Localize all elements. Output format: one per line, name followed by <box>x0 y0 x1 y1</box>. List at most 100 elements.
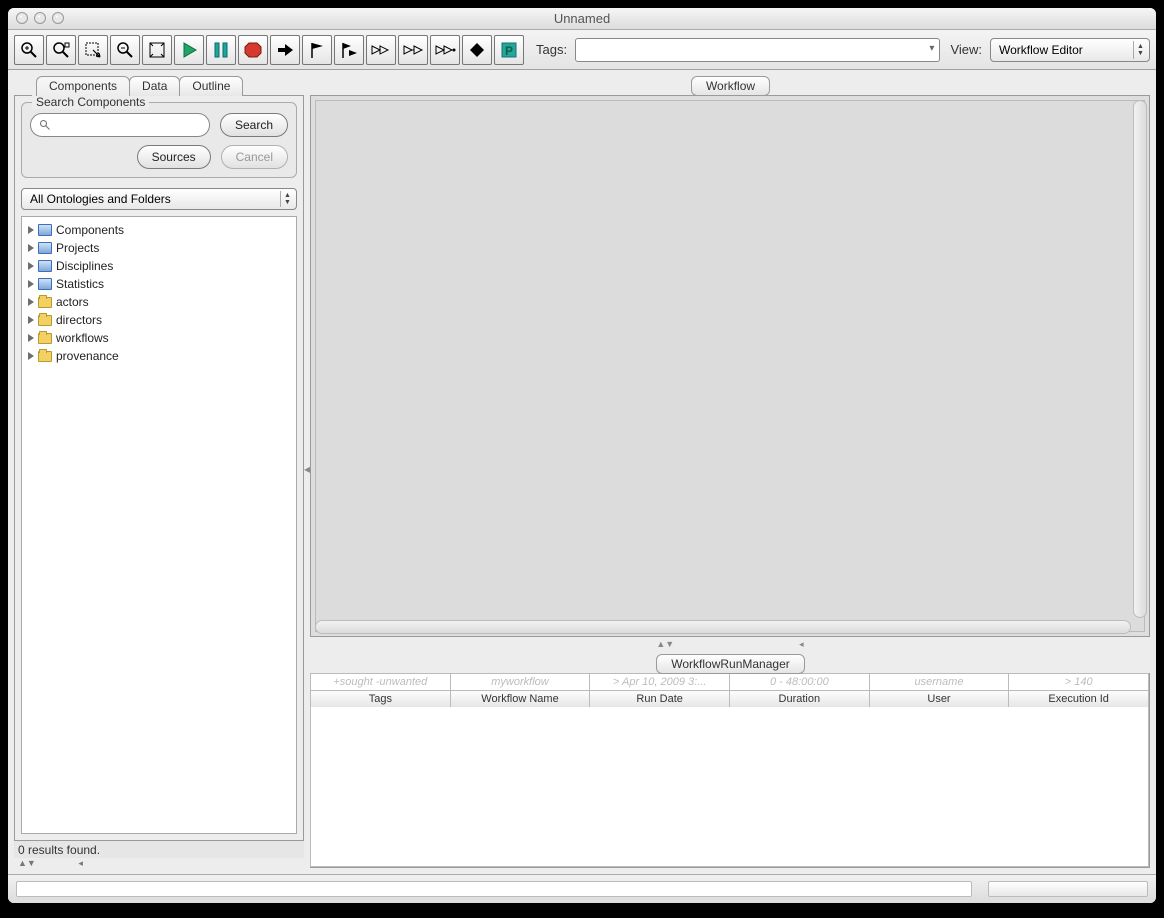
view-selector-value: Workflow Editor <box>999 43 1083 57</box>
run-column-header[interactable]: Duration <box>729 690 870 708</box>
window-zoom-button[interactable] <box>52 12 64 24</box>
folder-icon <box>38 297 52 308</box>
run-filter-input[interactable]: +sought -unwanted <box>310 673 451 691</box>
search-icon <box>39 119 51 131</box>
runmanager-tab[interactable]: WorkflowRunManager <box>656 654 805 674</box>
main-window: Unnamed <box>8 8 1156 903</box>
title-bar: Unnamed <box>8 8 1156 30</box>
toolbar: P Tags: View: Workflow Editor ▲▼ <box>8 30 1156 70</box>
left-panel: Components Data Outline Search Component… <box>14 74 304 868</box>
stop-button[interactable] <box>238 35 268 65</box>
tree-item-label: provenance <box>56 349 119 363</box>
tree-item[interactable]: workflows <box>24 329 294 347</box>
chevron-updown-icon: ▲▼ <box>280 191 294 207</box>
components-panel: Search Components Search Sources Cancel … <box>14 95 304 841</box>
step-into-button[interactable] <box>398 35 428 65</box>
zoom-selection-button[interactable] <box>46 35 76 65</box>
left-tabs: Components Data Outline <box>14 74 304 96</box>
workflow-tabs: Workflow <box>310 74 1150 96</box>
expand-icon[interactable] <box>28 226 34 234</box>
breakpoint-button[interactable] <box>302 35 332 65</box>
tree-item-label: Disciplines <box>56 259 113 273</box>
canvas-vertical-scrollbar[interactable] <box>1133 100 1147 618</box>
parameter-button[interactable]: P <box>494 35 524 65</box>
expand-icon[interactable] <box>28 262 34 270</box>
search-fieldset: Search Components Search Sources Cancel <box>21 102 297 178</box>
expand-icon[interactable] <box>28 352 34 360</box>
expand-icon[interactable] <box>28 280 34 288</box>
tree-item[interactable]: provenance <box>24 347 294 365</box>
folder-icon <box>38 333 52 344</box>
horizontal-splitter[interactable]: ▲▼ ◂ <box>310 637 1150 652</box>
window-close-button[interactable] <box>16 12 28 24</box>
run-button[interactable] <box>174 35 204 65</box>
run-to-breakpoint-button[interactable] <box>334 35 364 65</box>
tree-item[interactable]: Disciplines <box>24 257 294 275</box>
run-column-header[interactable]: Workflow Name <box>450 690 591 708</box>
view-label: View: <box>950 42 982 57</box>
main-area: Components Data Outline Search Component… <box>8 70 1156 875</box>
run-table-body <box>310 707 1149 867</box>
workflow-canvas[interactable] <box>315 100 1145 632</box>
panel-collapse-handle[interactable]: ▲▼ ◂ <box>14 858 304 868</box>
zoom-area-button[interactable] <box>78 35 108 65</box>
run-filter-input[interactable]: myworkflow <box>450 673 591 691</box>
folder-icon <box>38 351 52 362</box>
expand-icon[interactable] <box>28 316 34 324</box>
tags-label: Tags: <box>536 42 567 57</box>
component-icon <box>38 242 52 254</box>
ontology-selector[interactable]: All Ontologies and Folders ▲▼ <box>21 188 297 210</box>
search-input[interactable] <box>30 113 210 137</box>
run-table-filters: +sought -unwantedmyworkflow> Apr 10, 200… <box>311 674 1149 691</box>
canvas-horizontal-scrollbar[interactable] <box>315 620 1131 634</box>
tags-input[interactable] <box>575 38 940 62</box>
component-icon <box>38 260 52 272</box>
tree-item[interactable]: Components <box>24 221 294 239</box>
run-column-header[interactable]: User <box>869 690 1010 708</box>
zoom-fit-button[interactable] <box>142 35 172 65</box>
tree-item-label: Components <box>56 223 124 237</box>
tree-item[interactable]: Projects <box>24 239 294 257</box>
component-tree[interactable]: Components Projects Disciplines Statisticsa… <box>21 216 297 834</box>
tab-components[interactable]: Components <box>36 76 130 96</box>
run-column-header[interactable]: Execution Id <box>1008 690 1149 708</box>
pause-button[interactable] <box>206 35 236 65</box>
run-table-headers: TagsWorkflow NameRun DateDurationUserExe… <box>311 691 1149 708</box>
run-filter-input[interactable]: > Apr 10, 2009 3:... <box>589 673 730 691</box>
ontology-selector-value: All Ontologies and Folders <box>30 192 171 206</box>
workflow-tab[interactable]: Workflow <box>691 76 770 96</box>
chevron-updown-icon: ▲▼ <box>1133 41 1147 59</box>
sources-button[interactable]: Sources <box>137 145 211 169</box>
tree-item[interactable]: actors <box>24 293 294 311</box>
window-title: Unnamed <box>8 11 1156 26</box>
cancel-button: Cancel <box>221 145 288 169</box>
run-column-header[interactable]: Run Date <box>589 690 730 708</box>
expand-icon[interactable] <box>28 298 34 306</box>
window-minimize-button[interactable] <box>34 12 46 24</box>
tab-outline[interactable]: Outline <box>179 76 243 96</box>
search-button[interactable]: Search <box>220 113 288 137</box>
step-button[interactable] <box>270 35 300 65</box>
right-panel: Workflow ▲▼ ◂ WorkflowRunManager +sought… <box>310 74 1150 868</box>
zoom-out-button[interactable] <box>110 35 140 65</box>
expand-icon[interactable] <box>28 334 34 342</box>
run-filter-input[interactable]: username <box>869 673 1010 691</box>
step-over-button[interactable] <box>366 35 396 65</box>
zoom-in-button[interactable] <box>14 35 44 65</box>
runmanager-panel: +sought -unwantedmyworkflow> Apr 10, 200… <box>310 673 1150 868</box>
status-bar <box>8 875 1156 903</box>
folder-icon <box>38 315 52 326</box>
expand-icon[interactable] <box>28 244 34 252</box>
run-filter-input[interactable]: > 140 <box>1008 673 1149 691</box>
search-legend: Search Components <box>32 95 149 109</box>
tree-item-label: workflows <box>56 331 109 345</box>
step-out-button[interactable] <box>430 35 460 65</box>
tree-item[interactable]: Statistics <box>24 275 294 293</box>
run-column-header[interactable]: Tags <box>310 690 451 708</box>
tab-data[interactable]: Data <box>129 76 180 96</box>
component-icon <box>38 224 52 236</box>
tree-item[interactable]: directors <box>24 311 294 329</box>
view-selector[interactable]: Workflow Editor ▲▼ <box>990 38 1150 62</box>
director-button[interactable] <box>462 35 492 65</box>
run-filter-input[interactable]: 0 - 48:00:00 <box>729 673 870 691</box>
